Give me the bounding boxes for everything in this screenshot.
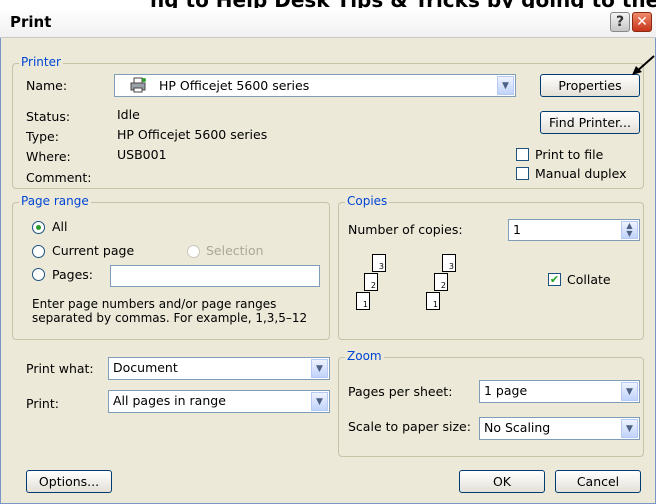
page-icon: 2 [364, 273, 378, 291]
print-what-select[interactable]: Document ▼ [108, 357, 330, 380]
chevron-down-icon[interactable]: ▼ [311, 392, 328, 411]
status-label: Status: [26, 109, 71, 124]
pages-per-sheet-select[interactable]: 1 page ▼ [479, 380, 640, 403]
printer-group-label: Printer [19, 55, 63, 69]
name-label: Name: [26, 78, 68, 93]
pages-per-sheet-value: 1 page [484, 383, 528, 398]
dialog-title: Print [10, 13, 52, 31]
type-value: HP Officejet 5600 series [117, 127, 268, 142]
where-label: Where: [26, 149, 71, 164]
status-value: Idle [117, 107, 140, 122]
chevron-down-icon[interactable]: ▼ [621, 419, 638, 438]
page-icon: 3 [442, 254, 456, 272]
where-value: USB001 [117, 147, 167, 162]
print-what-value: Document [113, 360, 178, 375]
all-label: All [52, 219, 68, 234]
copies-value: 1 [513, 222, 521, 237]
title-bar [0, 8, 656, 38]
selection-label: Selection [206, 243, 264, 258]
print-to-file-label: Print to file [535, 147, 604, 162]
manual-duplex-label: Manual duplex [535, 166, 627, 181]
print-value: All pages in range [113, 393, 226, 408]
spinner-icon[interactable]: ▲ ▼ [621, 221, 638, 239]
manual-duplex-checkbox[interactable] [516, 167, 529, 180]
cancel-button[interactable]: Cancel [555, 470, 641, 493]
pages-label: Pages: [52, 267, 93, 282]
collate-label: Collate [567, 272, 611, 287]
copies-group-label: Copies [345, 194, 390, 208]
pages-per-sheet-label: Pages per sheet: [348, 384, 453, 399]
scale-to-paper-size-select[interactable]: No Scaling ▼ [479, 417, 640, 440]
printer-name-value: HP Officejet 5600 series [159, 78, 310, 93]
page-icon: 1 [356, 292, 370, 310]
all-radio[interactable] [32, 221, 45, 234]
chevron-down-icon[interactable]: ▼ [311, 359, 328, 378]
zoom-group: Zoom [338, 349, 644, 457]
type-label: Type: [26, 129, 59, 144]
print-select[interactable]: All pages in range ▼ [108, 390, 330, 413]
page-icon: 2 [434, 273, 448, 291]
number-of-copies-label: Number of copies: [348, 222, 463, 237]
printer-name-select[interactable]: HP Officejet 5600 series ▼ [114, 74, 516, 97]
help-button[interactable]: ? [610, 12, 630, 32]
close-button[interactable]: ✕ [632, 12, 652, 32]
scale-to-paper-size-value: No Scaling [484, 420, 551, 435]
chevron-down-icon[interactable]: ▼ [497, 76, 514, 95]
page-icon: 3 [372, 254, 386, 272]
collate-checkbox[interactable]: ✔ [548, 273, 561, 286]
current-page-radio[interactable] [32, 245, 45, 258]
ok-button[interactable]: OK [459, 470, 545, 493]
comment-label: Comment: [26, 170, 92, 185]
printer-icon [129, 77, 147, 93]
background-text-strip: ng to Help Desk Tips & Tricks by going t… [0, 0, 656, 8]
print-to-file-checkbox[interactable] [516, 148, 529, 161]
find-printer-button[interactable]: Find Printer... [540, 111, 640, 134]
page-range-group-label: Page range [19, 194, 91, 208]
chevron-down-icon[interactable]: ▼ [621, 382, 638, 401]
print-what-label: Print what: [26, 361, 94, 376]
properties-button[interactable]: Properties [540, 74, 640, 97]
scale-to-paper-size-label: Scale to paper size: [348, 419, 471, 434]
options-button[interactable]: Options... [26, 470, 112, 493]
copies-spin-input[interactable]: 1 ▲ ▼ [508, 219, 640, 241]
pages-radio[interactable] [32, 268, 45, 281]
page-icon: 1 [426, 292, 440, 310]
page-range-hint: Enter page numbers and/or page ranges se… [32, 297, 308, 325]
selection-radio[interactable] [187, 245, 200, 258]
pages-input[interactable] [110, 265, 320, 287]
current-page-label: Current page [52, 243, 135, 258]
zoom-group-label: Zoom [345, 349, 384, 363]
annotation-arrow [632, 55, 655, 75]
print-label: Print: [26, 396, 59, 411]
